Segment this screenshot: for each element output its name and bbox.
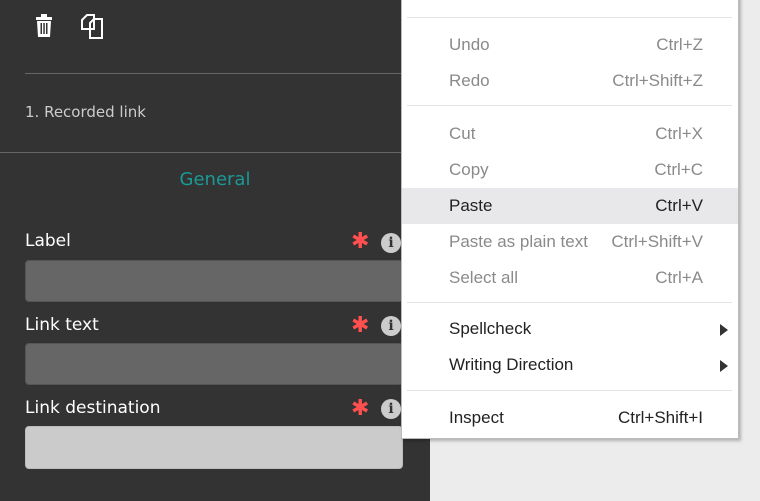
menu-item-paste[interactable]: Paste Ctrl+V (402, 188, 738, 224)
menu-item-label: Copy (449, 160, 489, 179)
menu-separator (407, 105, 732, 106)
menu-item-redo[interactable]: Redo Ctrl+Shift+Z (402, 63, 738, 99)
menu-item-label: Writing Direction (449, 355, 574, 374)
section-title: General (179, 169, 251, 190)
menu-separator (407, 390, 732, 391)
copy-icon[interactable] (80, 14, 104, 40)
link-destination-input[interactable] (25, 426, 403, 469)
label-input[interactable] (25, 260, 403, 302)
required-icon: ✱ (351, 313, 370, 338)
menu-item-shortcut: Ctrl+Shift+I (617, 408, 703, 427)
menu-item-label: Paste as plain text (449, 232, 588, 251)
menu-separator (407, 17, 732, 18)
menu-item-inspect[interactable]: Inspect Ctrl+Shift+I (402, 400, 738, 436)
required-icon: ✱ (351, 396, 370, 421)
field-label: Link text (25, 315, 99, 335)
menu-item-label: Redo (449, 71, 490, 90)
divider (25, 73, 430, 74)
menu-item-label: Undo (449, 35, 490, 54)
menu-item-shortcut: Ctrl+A (655, 268, 703, 287)
menu-item-writing-direction[interactable]: Writing Direction (402, 347, 738, 383)
info-icon[interactable]: i (381, 316, 401, 336)
step-title: 1. Recorded link (25, 103, 146, 121)
menu-item-label: Paste (449, 196, 493, 215)
submenu-arrow-icon (720, 324, 728, 336)
link-text-input[interactable] (25, 343, 403, 385)
menu-separator (407, 302, 732, 303)
context-menu: Undo Ctrl+Z Redo Ctrl+Shift+Z Cut Ctrl+X Co… (401, 0, 739, 439)
field-label: Link destination (25, 398, 161, 418)
menu-item-shortcut: Ctrl+Z (656, 35, 703, 54)
menu-item-shortcut: Ctrl+V (655, 196, 703, 215)
field-label: Label (25, 231, 71, 251)
menu-item-select-all[interactable]: Select all Ctrl+A (402, 260, 738, 296)
menu-item-shortcut: Ctrl+X (655, 124, 703, 143)
submenu-arrow-icon (720, 360, 728, 372)
required-icon: ✱ (351, 229, 370, 254)
menu-item-undo[interactable]: Undo Ctrl+Z (402, 27, 738, 63)
menu-item-label: Cut (449, 124, 476, 143)
menu-item-copy[interactable]: Copy Ctrl+C (402, 152, 738, 188)
menu-item-label: Spellcheck (449, 319, 532, 338)
menu-item-label: Select all (449, 268, 518, 287)
menu-item-shortcut: Ctrl+Shift+V (611, 232, 703, 251)
info-icon[interactable]: i (381, 233, 401, 253)
menu-item-shortcut: Ctrl+C (654, 160, 703, 179)
info-icon[interactable]: i (381, 399, 401, 419)
menu-item-cut[interactable]: Cut Ctrl+X (402, 116, 738, 152)
divider (0, 152, 430, 153)
menu-item-label: Inspect (449, 408, 504, 427)
menu-item-paste-plain[interactable]: Paste as plain text Ctrl+Shift+V (402, 224, 738, 260)
menu-item-shortcut: Ctrl+Shift+Z (612, 71, 703, 90)
menu-item-spellcheck[interactable]: Spellcheck (402, 311, 738, 347)
editor-panel: 1. Recorded link General Label ✱ i Link … (0, 0, 430, 501)
trash-icon[interactable] (33, 14, 57, 40)
